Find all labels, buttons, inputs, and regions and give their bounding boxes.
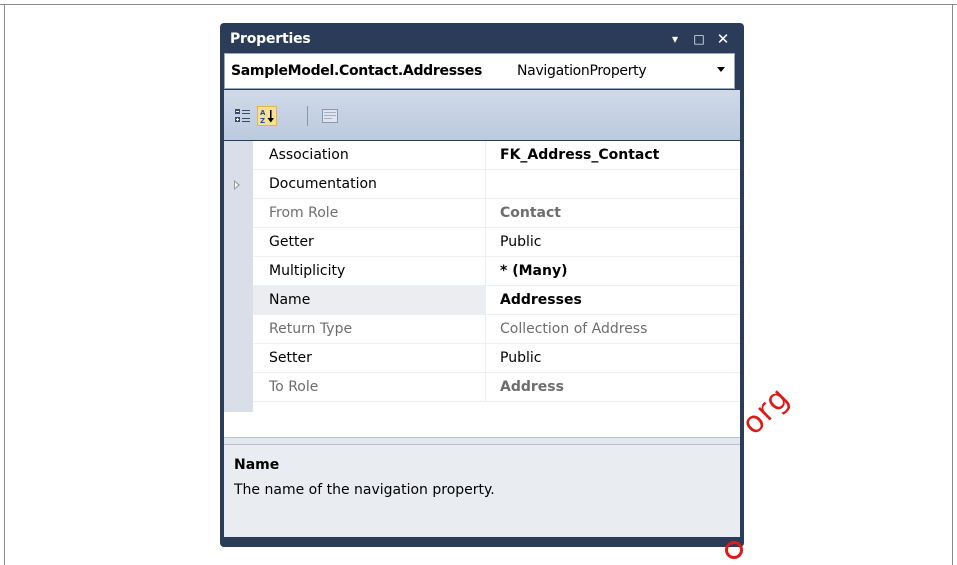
expand-arrow-icon[interactable] — [234, 180, 240, 190]
description-title: Name — [234, 457, 280, 473]
svg-text:A: A — [260, 109, 266, 117]
property-value[interactable]: FK_Address_Contact — [486, 141, 740, 170]
toolbar-separator — [307, 106, 308, 126]
table-row[interactable]: Multiplicity * (Many) — [224, 257, 740, 286]
description-splitter[interactable] — [224, 437, 740, 445]
table-row-selected[interactable]: Name Addresses — [224, 286, 740, 315]
property-value[interactable]: Public — [486, 344, 740, 373]
property-name: Return Type — [253, 315, 485, 344]
description-text: The name of the navigation property. — [234, 482, 495, 498]
page-border-right — [952, 4, 953, 565]
property-name: Getter — [253, 228, 485, 257]
watermark-circle — [725, 541, 743, 559]
svg-text:Z: Z — [260, 117, 265, 125]
properties-window: Properties ▾ □ ✕ SampleModel.Contact.Add… — [220, 23, 744, 547]
window-position-dropdown-icon[interactable]: ▾ — [667, 30, 683, 48]
window-title: Properties — [230, 31, 311, 47]
table-row[interactable]: Association FK_Address_Contact — [224, 141, 740, 170]
selected-object-name: SampleModel.Contact.Addresses — [231, 63, 482, 79]
title-bar[interactable]: Properties ▾ □ ✕ — [224, 27, 740, 51]
table-row[interactable]: From Role Contact — [224, 199, 740, 228]
properties-toolbar: A Z — [224, 90, 740, 140]
chevron-down-icon[interactable] — [717, 67, 725, 72]
property-value: Contact — [486, 199, 740, 228]
property-name: Association — [253, 141, 485, 170]
property-value[interactable] — [486, 170, 740, 199]
property-grid: Association FK_Address_Contact Documenta… — [224, 141, 740, 437]
property-name: Setter — [253, 344, 485, 373]
page-border-top — [0, 4, 957, 5]
property-value[interactable]: Addresses — [486, 286, 740, 315]
property-value: Address — [486, 373, 740, 402]
property-name: To Role — [253, 373, 485, 402]
categorized-view-icon[interactable] — [233, 106, 253, 126]
maximize-icon[interactable]: □ — [691, 30, 707, 48]
property-value[interactable]: * (Many) — [486, 257, 740, 286]
object-selector-dropdown[interactable]: SampleModel.Contact.Addresses Navigation… — [224, 53, 735, 89]
property-value[interactable]: Public — [486, 228, 740, 257]
property-name: From Role — [253, 199, 485, 228]
property-value: Collection of Address — [486, 315, 740, 344]
property-name: Documentation — [253, 170, 485, 199]
table-row[interactable]: Documentation — [224, 170, 740, 199]
table-row[interactable]: Setter Public — [224, 344, 740, 373]
property-name: Name — [253, 286, 485, 315]
page-border-left — [4, 4, 5, 565]
table-row[interactable]: Return Type Collection of Address — [224, 315, 740, 344]
close-icon[interactable]: ✕ — [715, 30, 731, 48]
property-name: Multiplicity — [253, 257, 485, 286]
table-row[interactable]: Getter Public — [224, 228, 740, 257]
alphabetical-sort-icon[interactable]: A Z — [257, 106, 277, 126]
watermark: org — [735, 380, 797, 442]
property-pages-icon[interactable] — [320, 106, 340, 126]
description-pane: Name The name of the navigation property… — [224, 445, 740, 537]
selected-object-type: NavigationProperty — [517, 63, 647, 79]
table-row[interactable]: To Role Address — [224, 373, 740, 402]
